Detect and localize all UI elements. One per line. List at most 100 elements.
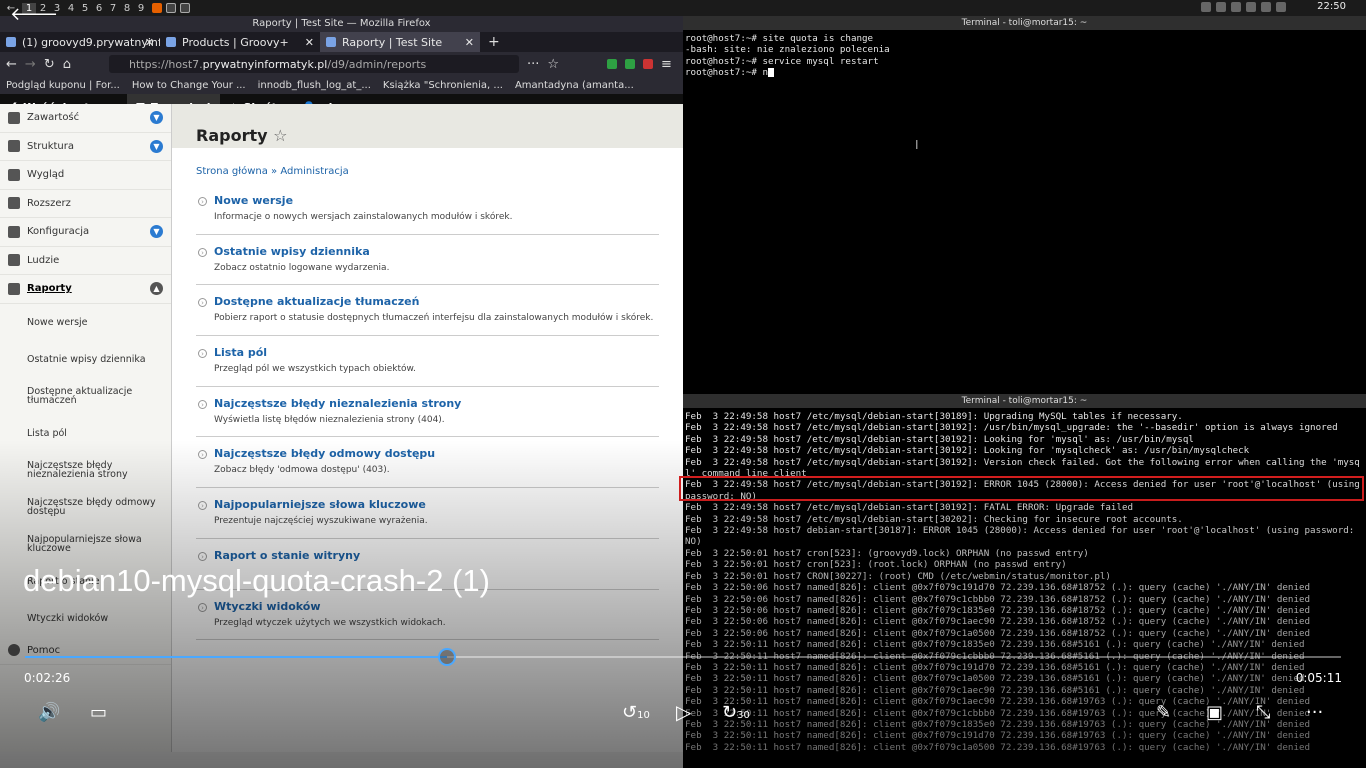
sidebar-item-0[interactable]: Zawartość ▼ bbox=[0, 104, 171, 133]
bookmark-item[interactable]: Książka "Schronienia, ... bbox=[383, 80, 503, 91]
report-title[interactable]: Dostępne aktualizacje tłumaczeń bbox=[214, 295, 659, 308]
tab-products[interactable]: Products | Groovy+ ✕ bbox=[160, 32, 320, 52]
seek-bar[interactable] bbox=[25, 656, 1341, 658]
drupal-favicon-icon bbox=[166, 37, 176, 47]
tab-groovyd9[interactable]: (1) groovyd9.prywatnyinfor ✕ bbox=[0, 32, 160, 52]
sidebar-item-3[interactable]: Rozszerz bbox=[0, 190, 171, 218]
report-link: › Najczęstsze błędy nieznalezienia strony… bbox=[196, 387, 659, 438]
workspace-4[interactable]: 4 bbox=[64, 3, 78, 14]
reload-icon[interactable]: ↻ bbox=[44, 57, 55, 72]
display-icon[interactable] bbox=[1216, 2, 1226, 12]
exit-fullscreen-icon[interactable]: ⤡ bbox=[1256, 702, 1270, 723]
report-title[interactable]: Nowe wersje bbox=[214, 194, 659, 207]
tab-strip: (1) groovyd9.prywatnyinfor ✕ Products | G… bbox=[0, 32, 683, 52]
sidebar-item-6[interactable]: Raporty ▲ bbox=[0, 275, 171, 304]
chevron-right-icon: › bbox=[198, 247, 207, 257]
workspace-8[interactable]: 8 bbox=[120, 3, 134, 14]
system-taskbar: ← 1 2 3 4 5 6 7 8 9 22:50 bbox=[0, 0, 1366, 16]
power-icon[interactable] bbox=[1276, 2, 1286, 12]
terminal-title: Terminal - toli@mortar15: ~ bbox=[683, 394, 1366, 408]
sidebar-subitem[interactable]: Ostatnie wpisy dziennika bbox=[0, 341, 171, 378]
bookmarks-bar: Podgląd kuponu | For... How to Change You… bbox=[0, 76, 683, 94]
sidebar-item-4[interactable]: Konfiguracja ▼ bbox=[0, 218, 171, 247]
text-cursor bbox=[767, 68, 774, 78]
clock: 22:50 bbox=[1317, 1, 1346, 12]
workspace-5[interactable]: 5 bbox=[78, 3, 92, 14]
fast-forward-icon[interactable]: ↻30 bbox=[722, 702, 750, 723]
back-arrow-icon[interactable]: 🡐 bbox=[10, 4, 58, 25]
star-outline-icon[interactable]: ☆ bbox=[273, 126, 287, 145]
report-description: Przegląd pól we wszystkich typach obiekt… bbox=[214, 364, 416, 375]
workspace-7[interactable]: 7 bbox=[106, 3, 120, 14]
more-actions-icon[interactable]: ··· bbox=[527, 57, 539, 72]
menu-item-icon bbox=[8, 254, 20, 267]
close-tab-icon[interactable]: ✕ bbox=[305, 36, 314, 49]
captions-icon[interactable]: ▭ bbox=[90, 702, 107, 723]
workspace-6[interactable]: 6 bbox=[92, 3, 106, 14]
close-tab-icon[interactable]: ✕ bbox=[145, 36, 154, 49]
chevron-down-icon[interactable]: ▼ bbox=[150, 111, 163, 125]
sidebar-item-5[interactable]: Ludzie bbox=[0, 247, 171, 275]
chevron-down-icon[interactable]: ▼ bbox=[150, 139, 163, 153]
bookmark-item[interactable]: Amantadyna (amanta... bbox=[515, 80, 634, 91]
tab-raporty[interactable]: Raporty | Test Site ✕ bbox=[320, 32, 480, 52]
bluetooth-icon[interactable] bbox=[1231, 2, 1241, 12]
home-icon[interactable]: ⌂ bbox=[63, 57, 71, 72]
volume-icon[interactable] bbox=[1246, 2, 1256, 12]
menu-icon[interactable]: ≡ bbox=[661, 57, 672, 72]
bookmark-item[interactable]: How to Change Your ... bbox=[132, 80, 246, 91]
navigation-bar: ← → ↻ ⌂ https://host7. prywatnyinformatyk… bbox=[0, 52, 683, 76]
more-options-icon[interactable]: ··· bbox=[1306, 702, 1323, 723]
close-tab-icon[interactable]: ✕ bbox=[465, 36, 474, 49]
play-icon[interactable]: ▷ bbox=[676, 700, 691, 724]
sidebar-subitem[interactable]: Dostępne aktualizacje tłumaczeń bbox=[0, 378, 171, 415]
ibeam-cursor-icon: I bbox=[915, 138, 919, 152]
report-link: › Lista pól Przegląd pól we wszystkich typ… bbox=[196, 336, 659, 387]
menu-item-icon bbox=[8, 140, 20, 153]
chevron-up-icon[interactable]: ▲ bbox=[150, 282, 163, 296]
report-description: Pobierz raport o statusie dostępnych tłu… bbox=[214, 313, 654, 324]
rewind-icon[interactable]: ↺10 bbox=[622, 702, 650, 723]
window-title: Raporty | Test Site — Mozilla Firefox bbox=[0, 16, 683, 32]
extension-icon[interactable] bbox=[625, 59, 636, 69]
network-icon[interactable] bbox=[1201, 2, 1211, 12]
sidebar-subitem[interactable]: Nowe wersje bbox=[0, 304, 171, 341]
volume-icon[interactable]: 🔊 bbox=[38, 702, 60, 723]
terminal-window-top[interactable]: Terminal - toli@mortar15: ~ root@host7:~… bbox=[683, 16, 1366, 394]
sidebar-item-2[interactable]: Wygląd bbox=[0, 161, 171, 190]
chevron-right-icon: › bbox=[198, 399, 207, 409]
pencil-icon[interactable]: ✎ bbox=[1156, 702, 1171, 723]
drupal-favicon-icon bbox=[6, 37, 16, 47]
system-tray bbox=[1201, 2, 1286, 12]
chevron-right-icon: › bbox=[198, 298, 207, 308]
forward-arrow-icon[interactable]: → bbox=[25, 57, 36, 72]
firefox-icon[interactable] bbox=[152, 3, 162, 13]
breadcrumb[interactable]: Strona główna » Administracja bbox=[172, 148, 683, 177]
miniplayer-icon[interactable]: ▣ bbox=[1206, 702, 1223, 723]
battery-icon[interactable] bbox=[1261, 2, 1271, 12]
menu-item-icon bbox=[8, 197, 20, 210]
back-arrow-icon[interactable]: ← bbox=[6, 57, 17, 72]
video-title: debian10-mysql-quota-crash-2 (1) bbox=[23, 563, 490, 598]
report-link: › Ostatnie wpisy dziennika Zobacz ostatnio… bbox=[196, 235, 659, 286]
report-title[interactable]: Najczęstsze błędy nieznalezienia strony bbox=[214, 397, 659, 410]
url-bar[interactable]: https://host7. prywatnyinformatyk.pl/d9/a… bbox=[108, 55, 519, 73]
bookmark-item[interactable]: Podgląd kuponu | For... bbox=[6, 80, 120, 91]
extension-icon[interactable] bbox=[607, 59, 618, 69]
menu-item-icon bbox=[8, 225, 20, 238]
bookmark-star-icon[interactable]: ☆ bbox=[547, 57, 559, 72]
report-title[interactable]: Lista pól bbox=[214, 346, 659, 359]
bookmark-item[interactable]: innodb_flush_log_at_... bbox=[258, 80, 371, 91]
report-title[interactable]: Ostatnie wpisy dziennika bbox=[214, 245, 659, 258]
terminal-output: root@host7:~# site quota is change -bash… bbox=[685, 33, 890, 79]
workspace-9[interactable]: 9 bbox=[134, 3, 148, 14]
chevron-down-icon[interactable]: ▼ bbox=[150, 225, 163, 239]
sidebar-item-1[interactable]: Struktura ▼ bbox=[0, 133, 171, 161]
terminal-icon[interactable] bbox=[166, 3, 176, 13]
report-description: Informacje o nowych wersjach zainstalowa… bbox=[214, 212, 513, 222]
new-tab-button[interactable]: + bbox=[480, 32, 508, 52]
seek-progress bbox=[25, 656, 448, 658]
extension-icon[interactable] bbox=[643, 59, 654, 69]
duration: 0:05:11 bbox=[1295, 671, 1342, 685]
terminal-icon[interactable] bbox=[180, 3, 190, 13]
